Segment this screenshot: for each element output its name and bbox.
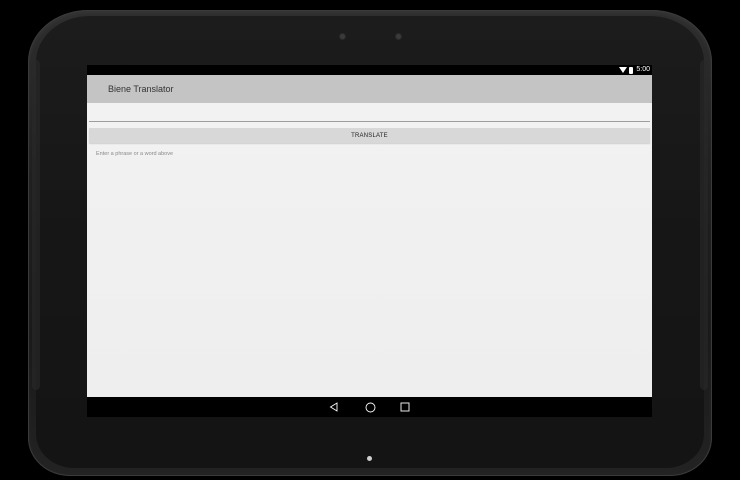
recents-icon — [400, 402, 410, 412]
device-screen: 5:00 Biene Translator TRANSLATE Enter a … — [87, 65, 652, 417]
home-button[interactable] — [360, 397, 380, 417]
tablet-side-left — [32, 60, 40, 390]
home-icon — [365, 402, 375, 412]
back-button[interactable] — [324, 397, 344, 417]
status-bar: 5:00 — [87, 65, 652, 75]
app-bar: Biene Translator — [87, 75, 652, 103]
wifi-icon — [619, 67, 628, 73]
status-time: 5:00 — [636, 66, 650, 73]
sensor-icon — [396, 34, 401, 39]
tablet-side-right — [700, 60, 708, 390]
app-title: Biene Translator — [108, 84, 174, 94]
navigation-bar — [87, 397, 652, 417]
device-frame: 5:00 Biene Translator TRANSLATE Enter a … — [0, 0, 740, 480]
main-content: TRANSLATE Enter a phrase or a word above — [87, 103, 652, 397]
status-indicators: 5:00 — [619, 65, 650, 75]
recents-button[interactable] — [395, 397, 415, 417]
phrase-input[interactable] — [89, 103, 650, 122]
translate-button[interactable]: TRANSLATE — [89, 128, 650, 143]
battery-icon — [629, 66, 634, 74]
notification-led-icon — [367, 456, 372, 461]
result-hint: Enter a phrase or a word above — [96, 151, 174, 157]
front-camera-icon — [340, 34, 345, 39]
back-icon — [329, 402, 338, 412]
